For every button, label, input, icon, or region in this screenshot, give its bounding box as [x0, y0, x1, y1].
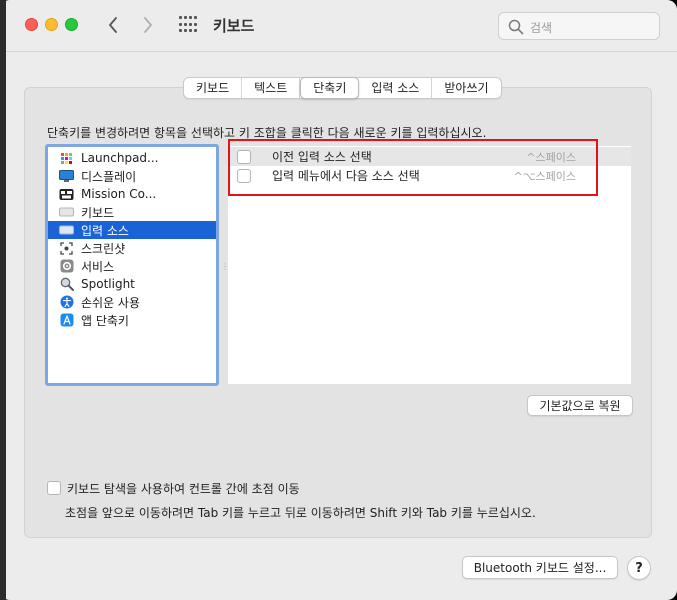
display-icon: [59, 169, 74, 183]
sidebar-item-spotlight[interactable]: Spotlight: [48, 275, 216, 293]
chevron-left-icon: [109, 17, 117, 33]
sidebar-item-display[interactable]: 디스플레이: [48, 167, 216, 185]
sidebar-item-label: 서비스: [81, 259, 115, 274]
tab-shortcuts[interactable]: 단축키: [300, 77, 360, 99]
sidebar-item-launchpad[interactable]: Launchpad...: [48, 149, 216, 167]
sidebar-item-label: 키보드: [81, 205, 115, 220]
sidebar-item-label: 앱 단축키: [81, 313, 129, 328]
system-preferences-window: 키보드 검색 키보드 텍스트 단축키 입력 소스 받아쓰기 단축키를 변경하려면…: [0, 0, 677, 600]
app-shortcuts-icon: [59, 313, 74, 327]
help-button[interactable]: ?: [627, 556, 651, 580]
search-placeholder: 검색: [530, 21, 553, 35]
show-all-grid-icon[interactable]: [179, 16, 197, 34]
sidebar-item-label: Spotlight: [81, 277, 135, 291]
tab-bar: 키보드 텍스트 단축키 입력 소스 받아쓰기: [183, 77, 502, 99]
launchpad-icon: [59, 151, 74, 165]
keyboard-icon: [59, 205, 74, 219]
keyboard-navigation-checkbox[interactable]: [47, 481, 61, 495]
sidebar-item-services[interactable]: 서비스: [48, 257, 216, 275]
accessibility-icon: [59, 295, 74, 309]
bluetooth-keyboard-setup-button[interactable]: Bluetooth 키보드 설정...: [462, 556, 618, 579]
highlight-box: [228, 139, 598, 196]
input-source-icon: [59, 223, 74, 237]
split-view-handle[interactable]: ⋮: [221, 262, 229, 271]
spotlight-magnifier-icon: [59, 277, 74, 291]
sidebar-item-label: 손쉬운 사용: [81, 295, 141, 310]
sidebar-item-screenshot[interactable]: 스크린샷: [48, 239, 216, 257]
sidebar-item-label: 디스플레이: [81, 169, 137, 184]
minimize-window-button[interactable]: [45, 18, 58, 31]
sidebar-item-label: Mission Co...: [81, 187, 157, 201]
back-button[interactable]: [103, 14, 123, 36]
keyboard-navigation-hint: 초점을 앞으로 이동하려면 Tab 키를 누르고 뒤로 이동하려면 Shift …: [65, 506, 536, 520]
titlebar: 키보드 검색: [0, 0, 677, 52]
sidebar-item-label: Launchpad...: [81, 151, 159, 165]
tab-input-sources[interactable]: 입력 소스: [359, 78, 433, 98]
sidebar-item-app-shortcuts[interactable]: 앱 단축키: [48, 311, 216, 329]
tab-text[interactable]: 텍스트: [242, 78, 301, 98]
close-window-button[interactable]: [25, 18, 38, 31]
window-title: 키보드: [213, 17, 255, 35]
search-icon: [508, 19, 524, 35]
services-gear-icon: [59, 259, 74, 273]
mission-control-icon: [59, 187, 74, 201]
keyboard-navigation-label[interactable]: 키보드 탐색을 사용하여 컨트롤 간에 초점 이동: [67, 480, 300, 497]
sidebar-item-mission-control[interactable]: Mission Co...: [48, 185, 216, 203]
sidebar-item-input-sources[interactable]: 입력 소스: [48, 221, 216, 239]
sidebar-item-keyboard[interactable]: 키보드: [48, 203, 216, 221]
sidebar-item-label: 입력 소스: [81, 223, 129, 238]
sidebar-item-label: 스크린샷: [81, 241, 126, 256]
restore-defaults-button[interactable]: 기본값으로 복원: [527, 395, 633, 416]
forward-button[interactable]: [138, 14, 158, 36]
shortcut-category-list[interactable]: Launchpad... 디스플레이 Mission Co... 키보드 입력 …: [45, 144, 219, 386]
tab-dictation[interactable]: 받아쓰기: [432, 78, 500, 98]
search-field[interactable]: 검색: [498, 12, 660, 40]
chevron-right-icon: [144, 17, 152, 33]
tab-keyboard[interactable]: 키보드: [184, 78, 243, 98]
sidebar-item-accessibility[interactable]: 손쉬운 사용: [48, 293, 216, 311]
screenshot-icon: [59, 241, 74, 255]
desktop-edge: [0, 0, 6, 600]
zoom-window-button[interactable]: [65, 18, 78, 31]
